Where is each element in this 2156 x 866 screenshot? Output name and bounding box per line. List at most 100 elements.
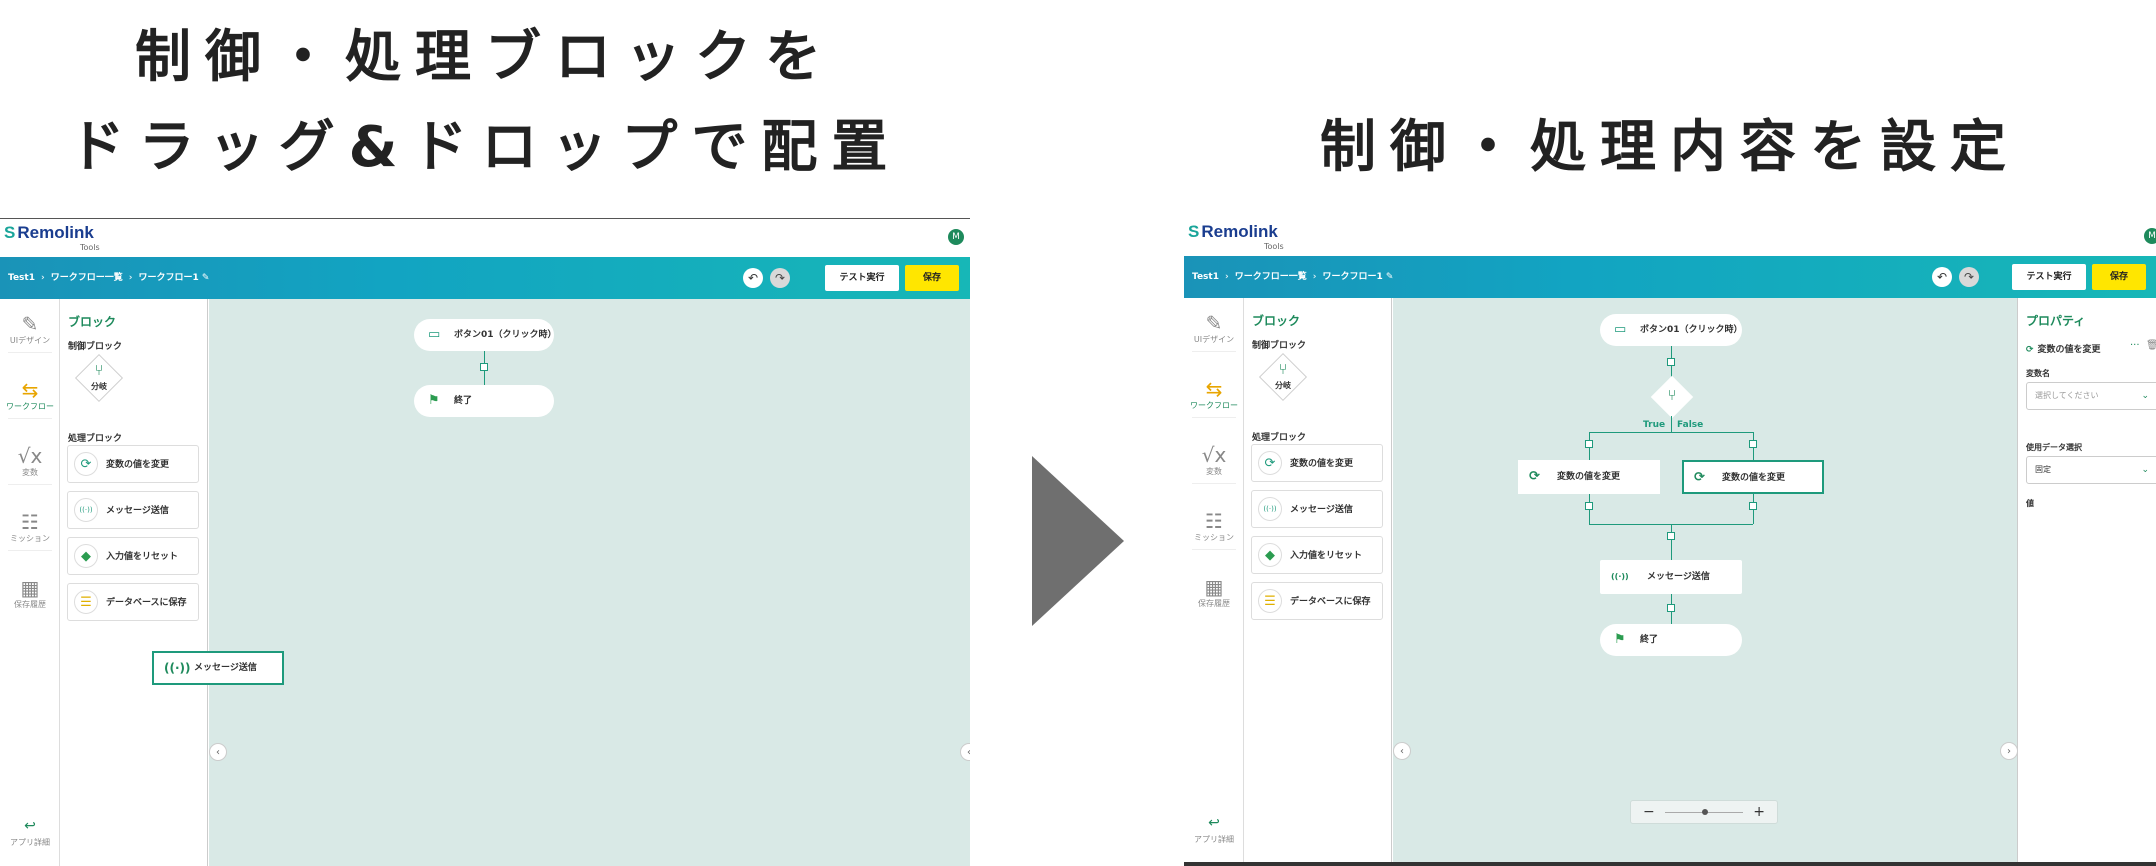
properties-title: プロパティ (2026, 314, 2086, 328)
rail-item-workflow[interactable]: ⇆ ワークフロー (0, 379, 60, 419)
top-bar: S Remolink Tools M (0, 219, 970, 257)
pencil-icon[interactable]: ✎ (202, 273, 210, 283)
chevron-down-icon: ⌄ (2141, 391, 2149, 401)
workflow-canvas[interactable]: ▭ボタン01（クリック時） ⚑終了 ‹ ‹ (209, 299, 970, 866)
connector-port[interactable] (1585, 440, 1593, 448)
avatar[interactable]: M (2144, 228, 2156, 244)
rail-item-save-history[interactable]: ▦ 保存履歴 (1184, 576, 1244, 610)
breadcrumb-app[interactable]: Test1 (1192, 272, 1219, 282)
variable-name-label: 変数名 (2026, 369, 2050, 378)
flag-icon: ⚑ (428, 393, 440, 408)
breadcrumb-app[interactable]: Test1 (8, 273, 35, 283)
end-node[interactable]: ⚑ 終了 (1600, 624, 1742, 656)
redo-button[interactable]: ↷ (770, 268, 790, 288)
test-run-button[interactable]: テスト実行 (825, 265, 899, 291)
redo-button[interactable]: ↷ (1959, 267, 1979, 287)
connector-line (1671, 416, 1672, 432)
collapse-left-button[interactable]: ‹ (1393, 742, 1411, 760)
save-button[interactable]: 保存 (2092, 264, 2146, 290)
app-details-button[interactable]: ↩ アプリ詳細 (1184, 812, 1244, 846)
variable-icon: √x (1201, 443, 1227, 467)
branch-block[interactable]: ⑂ 分岐 (1258, 352, 1308, 402)
connector-line (1671, 524, 1672, 560)
connector-port[interactable] (1667, 532, 1675, 540)
more-options-icon[interactable]: ··· (2130, 340, 2140, 351)
message-node[interactable]: ((·)) メッセージ送信 (1600, 560, 1742, 594)
block-change-variable[interactable]: ⟳ 変数の値を変更 (67, 445, 199, 483)
rail-item-ui-design[interactable]: ✎ UIデザイン (1184, 311, 1244, 352)
block-save-database[interactable]: ☰ データベースに保存 (67, 583, 199, 621)
rail-item-workflow[interactable]: ⇆ ワークフロー (1184, 378, 1244, 418)
next-step-arrow-icon (1032, 456, 1124, 626)
breadcrumb-workflow-list[interactable]: ワークフロー一覧 (51, 273, 123, 283)
control-block-heading: 制御ブロック (68, 342, 123, 352)
zoom-slider-knob[interactable] (1702, 809, 1708, 815)
connector-port[interactable] (1749, 440, 1757, 448)
bottom-edge (1184, 862, 2156, 866)
collapse-right-button[interactable]: › (2000, 742, 2018, 760)
palette-title: ブロック (1252, 314, 1301, 328)
dragging-block-send-message[interactable]: ((·)) メッセージ送信 (152, 651, 284, 685)
collapse-left-button[interactable]: ‹ (209, 743, 227, 761)
rail-item-variables[interactable]: √x 変数 (1184, 443, 1244, 484)
clipboard-icon: ☷ (1205, 509, 1223, 533)
connector-port[interactable] (1667, 358, 1675, 366)
true-label: True (1643, 420, 1666, 430)
rail-item-variables[interactable]: √x 変数 (0, 445, 60, 485)
clipboard-icon: ☷ (21, 510, 39, 534)
block-send-message[interactable]: ((·)) メッセージ送信 (67, 491, 199, 529)
screenshot-configure: S Remolink Tools M Test1 › ワークフロー一覧 › ワークフロー1… (1184, 218, 2156, 866)
test-run-button[interactable]: テスト実行 (2012, 264, 2086, 290)
zoom-in-button[interactable]: + (1753, 801, 1765, 823)
branch-true-node[interactable]: ⟳ 変数の値を変更 (1518, 460, 1660, 494)
delete-icon[interactable]: 🗑 (2146, 340, 2156, 351)
start-node[interactable]: ▭ ボタン01（クリック時） (1600, 314, 1743, 346)
data-source-label: 使用データ選択 (2026, 443, 2082, 452)
pencil-icon[interactable]: ✎ (1386, 272, 1394, 282)
block-palette: ブロック 制御ブロック ⑂ 分岐 処理ブロック ⟳ 変数の値を変更 ((·)) メッセ… (1244, 298, 1392, 866)
end-node[interactable]: ⚑ 終了 (414, 385, 554, 417)
data-source-select[interactable]: 固定 ⌄ (2026, 456, 2156, 484)
rail-item-save-history[interactable]: ▦ 保存履歴 (0, 577, 60, 611)
connector-port[interactable] (1667, 604, 1675, 612)
collapse-right-button[interactable]: ‹ (960, 743, 970, 761)
refresh-icon: ⟳ (1694, 470, 1705, 485)
eraser-icon: ◆ (1258, 543, 1282, 567)
caption-configure: 制御・処理内容を設定 (1320, 115, 2020, 180)
rail-item-mission[interactable]: ☷ ミッション (1184, 509, 1244, 550)
app-details-button[interactable]: ↩ アプリ詳細 (0, 815, 60, 849)
avatar[interactable]: M (948, 229, 964, 245)
start-node[interactable]: ▭ ボタン01（クリック時） (414, 319, 557, 351)
undo-button[interactable]: ↶ (743, 268, 763, 288)
block-send-message[interactable]: ((·)) メッセージ送信 (1251, 490, 1383, 528)
rail-item-mission[interactable]: ☷ ミッション (0, 510, 60, 551)
block-save-database[interactable]: ☰ データベースに保存 (1251, 582, 1383, 620)
top-bar: S Remolink Tools M (1184, 218, 2156, 256)
workflow-canvas[interactable]: ▭ ボタン01（クリック時） ⑂ True False ⟳ 変数の値を変更 ⟳ 変数の… (1393, 298, 2018, 866)
app-logo[interactable]: S Remolink (4, 223, 94, 243)
breadcrumb-workflow-list[interactable]: ワークフロー一覧 (1235, 272, 1307, 282)
block-reset-input[interactable]: ◆ 入力値をリセット (67, 537, 199, 575)
undo-button[interactable]: ↶ (1932, 267, 1952, 287)
refresh-icon: ⟳ (74, 452, 98, 476)
calendar-icon: ▦ (20, 576, 40, 600)
connector-port[interactable] (1749, 502, 1757, 510)
branch-block[interactable]: ⑂ 分岐 (74, 353, 124, 403)
back-arrow-icon: ↩ (1208, 815, 1220, 831)
zoom-out-button[interactable]: − (1643, 801, 1655, 823)
variable-select[interactable]: 選択してください ⌄ (2026, 382, 2156, 410)
rail-item-ui-design[interactable]: ✎ UIデザイン (0, 313, 60, 353)
branch-false-node-selected[interactable]: ⟳ 変数の値を変更 (1682, 460, 1824, 494)
connector-port[interactable] (480, 363, 488, 371)
back-arrow-icon: ↩ (24, 818, 36, 834)
block-change-variable[interactable]: ⟳ 変数の値を変更 (1251, 444, 1383, 482)
app-logo[interactable]: S Remolink (1188, 222, 1278, 242)
block-reset-input[interactable]: ◆ 入力値をリセット (1251, 536, 1383, 574)
branch-icon: ⑂ (1278, 360, 1288, 378)
database-icon: ☰ (1258, 589, 1282, 613)
header-bar: Test1 › ワークフロー一覧 › ワークフロー1 ✎ ↶ ↷ テスト実行 保存 (0, 257, 970, 299)
connector-port[interactable] (1585, 502, 1593, 510)
tools-icon: ✎ (1205, 311, 1223, 335)
save-button[interactable]: 保存 (905, 265, 959, 291)
connector-line (1589, 432, 1753, 433)
